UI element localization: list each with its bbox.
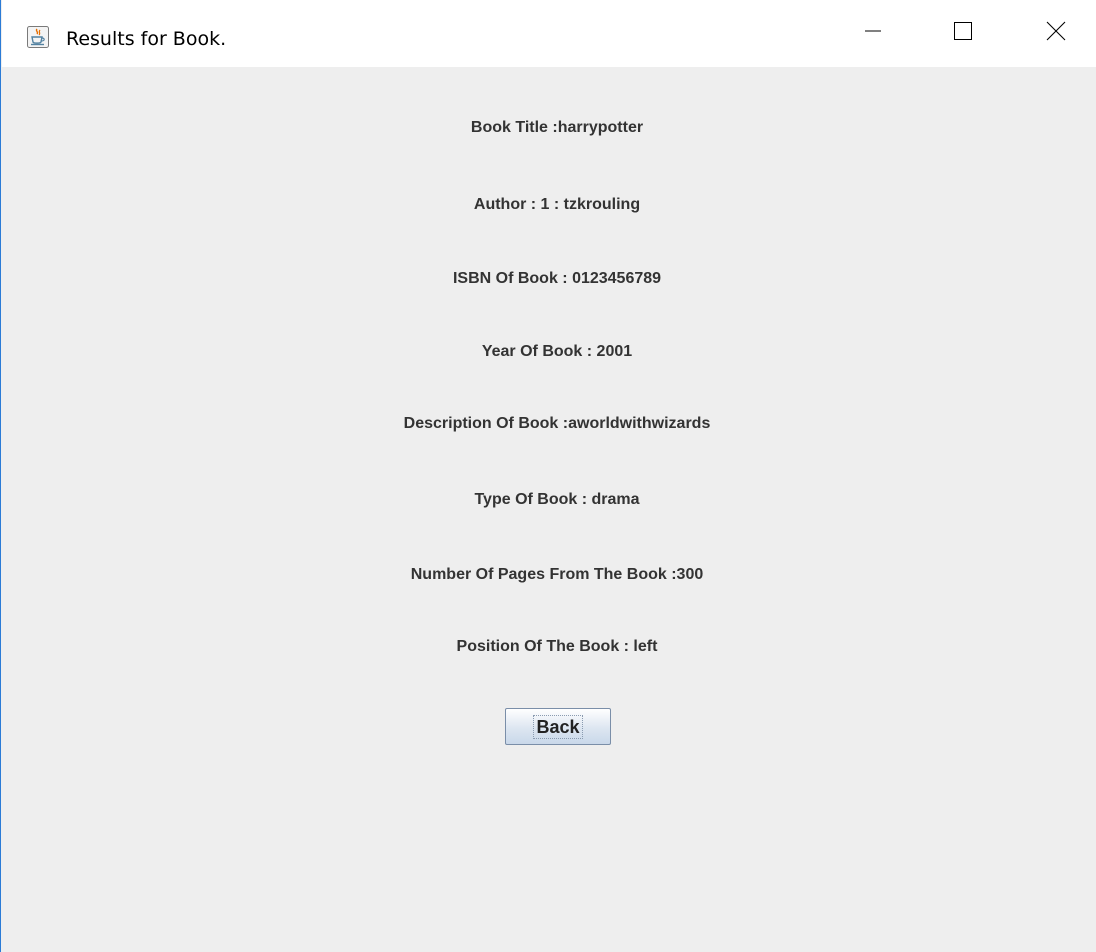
- book-title-label: Book Title :harrypotter: [470, 119, 644, 136]
- book-isbn-label: ISBN Of Book : 0123456789: [452, 270, 662, 287]
- book-position-label: Position Of The Book : left: [456, 638, 658, 655]
- maximize-icon: [952, 20, 974, 47]
- minimize-icon: [863, 21, 883, 46]
- results-panel: Book Title :harrypotter Author : 1 : tzk…: [2, 67, 1096, 952]
- book-type-label: Type Of Book : drama: [474, 491, 640, 508]
- book-description-label: Description Of Book :aworldwithwizards: [403, 415, 711, 432]
- close-button[interactable]: [1024, 0, 1088, 67]
- book-author-label: Author : 1 : tzkrouling: [473, 196, 641, 213]
- java-cup-icon: [27, 26, 49, 48]
- app-window: Results for Book. Book Title :harrypotte…: [0, 0, 1096, 952]
- minimize-button[interactable]: [841, 0, 905, 67]
- book-pages-label: Number Of Pages From The Book :300: [410, 566, 704, 583]
- back-button[interactable]: Back: [505, 708, 611, 745]
- title-bar[interactable]: Results for Book.: [2, 0, 1096, 67]
- maximize-button[interactable]: [931, 0, 995, 67]
- window-title: Results for Book.: [66, 28, 227, 50]
- back-button-label: Back: [533, 714, 583, 739]
- close-icon: [1045, 20, 1067, 47]
- book-year-label: Year Of Book : 2001: [481, 343, 633, 360]
